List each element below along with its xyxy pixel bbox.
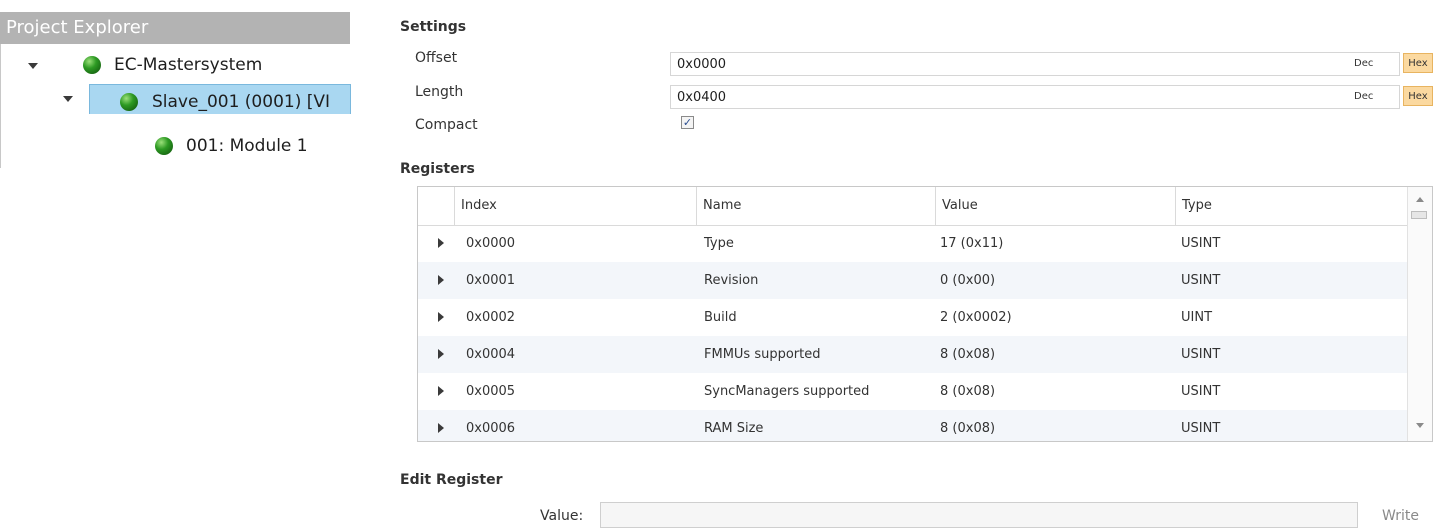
cell-value: 8 (0x08) [940,421,996,436]
offset-dec-button[interactable]: Dec [1354,58,1373,69]
grid-scrollbar[interactable] [1407,187,1432,441]
column-header-value[interactable]: Value [935,187,1175,225]
offset-label: Offset [415,50,458,66]
cell-index: 0x0000 [466,236,516,251]
cell-type: USINT [1181,384,1221,399]
expand-arrow-icon[interactable] [63,96,73,102]
tree-node-slave[interactable]: Slave_001 (0001) [VI [1,84,351,114]
length-label: Length [415,84,464,100]
cell-value: 8 (0x08) [940,384,996,399]
cell-type: USINT [1181,273,1221,288]
cell-index: 0x0004 [466,347,516,362]
column-header-name[interactable]: Name [696,187,935,225]
offset-hex-button[interactable]: Hex [1403,53,1433,73]
cell-index: 0x0001 [466,273,516,288]
table-row[interactable]: 0x0002 Build 2 (0x0002) UINT [418,299,1408,336]
cell-index: 0x0005 [466,384,516,399]
cell-name: RAM Size [704,421,764,436]
scroll-thumb[interactable] [1411,211,1427,219]
expand-row-icon[interactable] [438,238,444,248]
table-row[interactable]: 0x0005 SyncManagers supported 8 (0x08) U… [418,373,1408,410]
compact-checkbox[interactable]: ✓ [681,116,694,129]
length-dec-button[interactable]: Dec [1354,91,1373,102]
value-label: Value: [540,508,584,524]
length-input[interactable] [670,85,1400,109]
compact-label: Compact [415,117,478,133]
cell-value: 17 (0x11) [940,236,1004,251]
tree-node-label: Slave_001 (0001) [VI [152,92,331,112]
grid-header: Index Name Value Type [418,187,1408,226]
status-ok-icon [83,56,101,74]
cell-value: 2 (0x0002) [940,310,1012,325]
write-button[interactable]: Write [1382,508,1419,524]
table-row[interactable]: 0x0001 Revision 0 (0x00) USINT [418,262,1408,299]
cell-name: Revision [704,273,759,288]
registers-title: Registers [400,161,475,177]
cell-name: FMMUs supported [704,347,821,362]
settings-title: Settings [400,19,467,35]
expand-row-icon[interactable] [438,312,444,322]
scroll-down-icon[interactable] [1416,423,1424,428]
expand-row-icon[interactable] [438,275,444,285]
cell-name: Build [704,310,737,325]
expand-row-icon[interactable] [438,386,444,396]
expand-row-icon[interactable] [438,349,444,359]
tree-node-module[interactable]: 001: Module 1 [1,132,351,162]
table-row[interactable]: 0x0006 RAM Size 8 (0x08) USINT [418,410,1408,441]
project-explorer-panel: Project Explorer EC-Mastersystem Slave_0… [0,0,351,168]
cell-index: 0x0006 [466,421,516,436]
cell-index: 0x0002 [466,310,516,325]
tree-node-label: 001: Module 1 [186,136,308,156]
cell-type: USINT [1181,347,1221,362]
offset-input[interactable] [670,52,1400,76]
table-row[interactable]: 0x0000 Type 17 (0x11) USINT [418,225,1408,262]
status-ok-icon [155,137,173,155]
length-hex-button[interactable]: Hex [1403,86,1433,106]
project-explorer-title: Project Explorer [0,12,350,44]
cell-name: SyncManagers supported [704,384,870,399]
column-header-index[interactable]: Index [454,187,696,225]
status-ok-icon [120,93,138,111]
table-row[interactable]: 0x0004 FMMUs supported 8 (0x08) USINT [418,336,1408,373]
column-header-type[interactable]: Type [1175,187,1408,225]
cell-value: 8 (0x08) [940,347,996,362]
tree-node-mastersystem[interactable]: EC-Mastersystem [1,51,351,81]
cell-type: UINT [1181,310,1213,325]
cell-value: 0 (0x00) [940,273,996,288]
expand-row-icon[interactable] [438,423,444,433]
edit-register-title: Edit Register [400,472,503,488]
scroll-up-icon[interactable] [1416,197,1424,202]
expand-arrow-icon[interactable] [28,63,38,69]
cell-type: USINT [1181,236,1221,251]
project-tree: EC-Mastersystem Slave_001 (0001) [VI 001… [0,44,351,168]
registers-grid: Index Name Value Type 0x0000 Type 17 (0x… [417,186,1433,442]
cell-name: Type [704,236,734,251]
register-value-input[interactable] [600,502,1358,528]
cell-type: USINT [1181,421,1221,436]
tree-node-label: EC-Mastersystem [114,55,263,75]
